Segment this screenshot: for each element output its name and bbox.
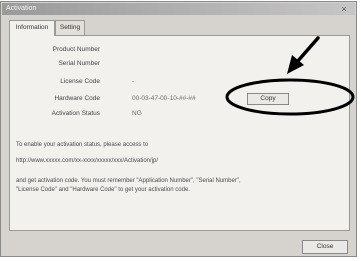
- activation-url[interactable]: http://www.xxxxx.com/xx-xxxx/xxxxx/xxx/A…: [16, 157, 158, 166]
- instruction-line-4: "License Code" and "Hardware Code" to ge…: [16, 187, 190, 193]
- hardware-code-label: Hardware Code: [54, 95, 100, 102]
- instruction-line-1: To enable your activation status, please…: [16, 142, 149, 148]
- instruction-line-3: and get activation code. You must rememb…: [16, 178, 241, 184]
- activation-dialog: Activation × Information Setting: [0, 1, 357, 257]
- hardware-code-value: 00-03-47-00-10-##-##: [132, 95, 196, 102]
- title-bar: Activation ×: [2, 3, 355, 15]
- product-number-row: Product Number: [0, 44, 330, 56]
- license-code-value: -: [132, 78, 135, 85]
- license-code-label: License Code: [60, 78, 100, 85]
- copy-button[interactable]: Copy: [247, 93, 289, 105]
- serial-number-row: Serial Number: [0, 58, 330, 70]
- tab-information[interactable]: Information: [9, 20, 55, 36]
- license-code-row: License Code -: [0, 76, 330, 88]
- close-button[interactable]: Close: [302, 240, 348, 254]
- activation-status-label: Activation Status: [51, 110, 100, 117]
- tab-setting[interactable]: Setting: [55, 20, 85, 35]
- product-number-label: Product Number: [52, 46, 100, 53]
- activation-status-value: NG: [132, 110, 142, 117]
- serial-number-label: Serial Number: [58, 60, 100, 67]
- window-close-icon[interactable]: ×: [339, 4, 349, 14]
- window-title: Activation: [6, 5, 37, 12]
- activation-status-row: Activation Status NG: [0, 108, 330, 120]
